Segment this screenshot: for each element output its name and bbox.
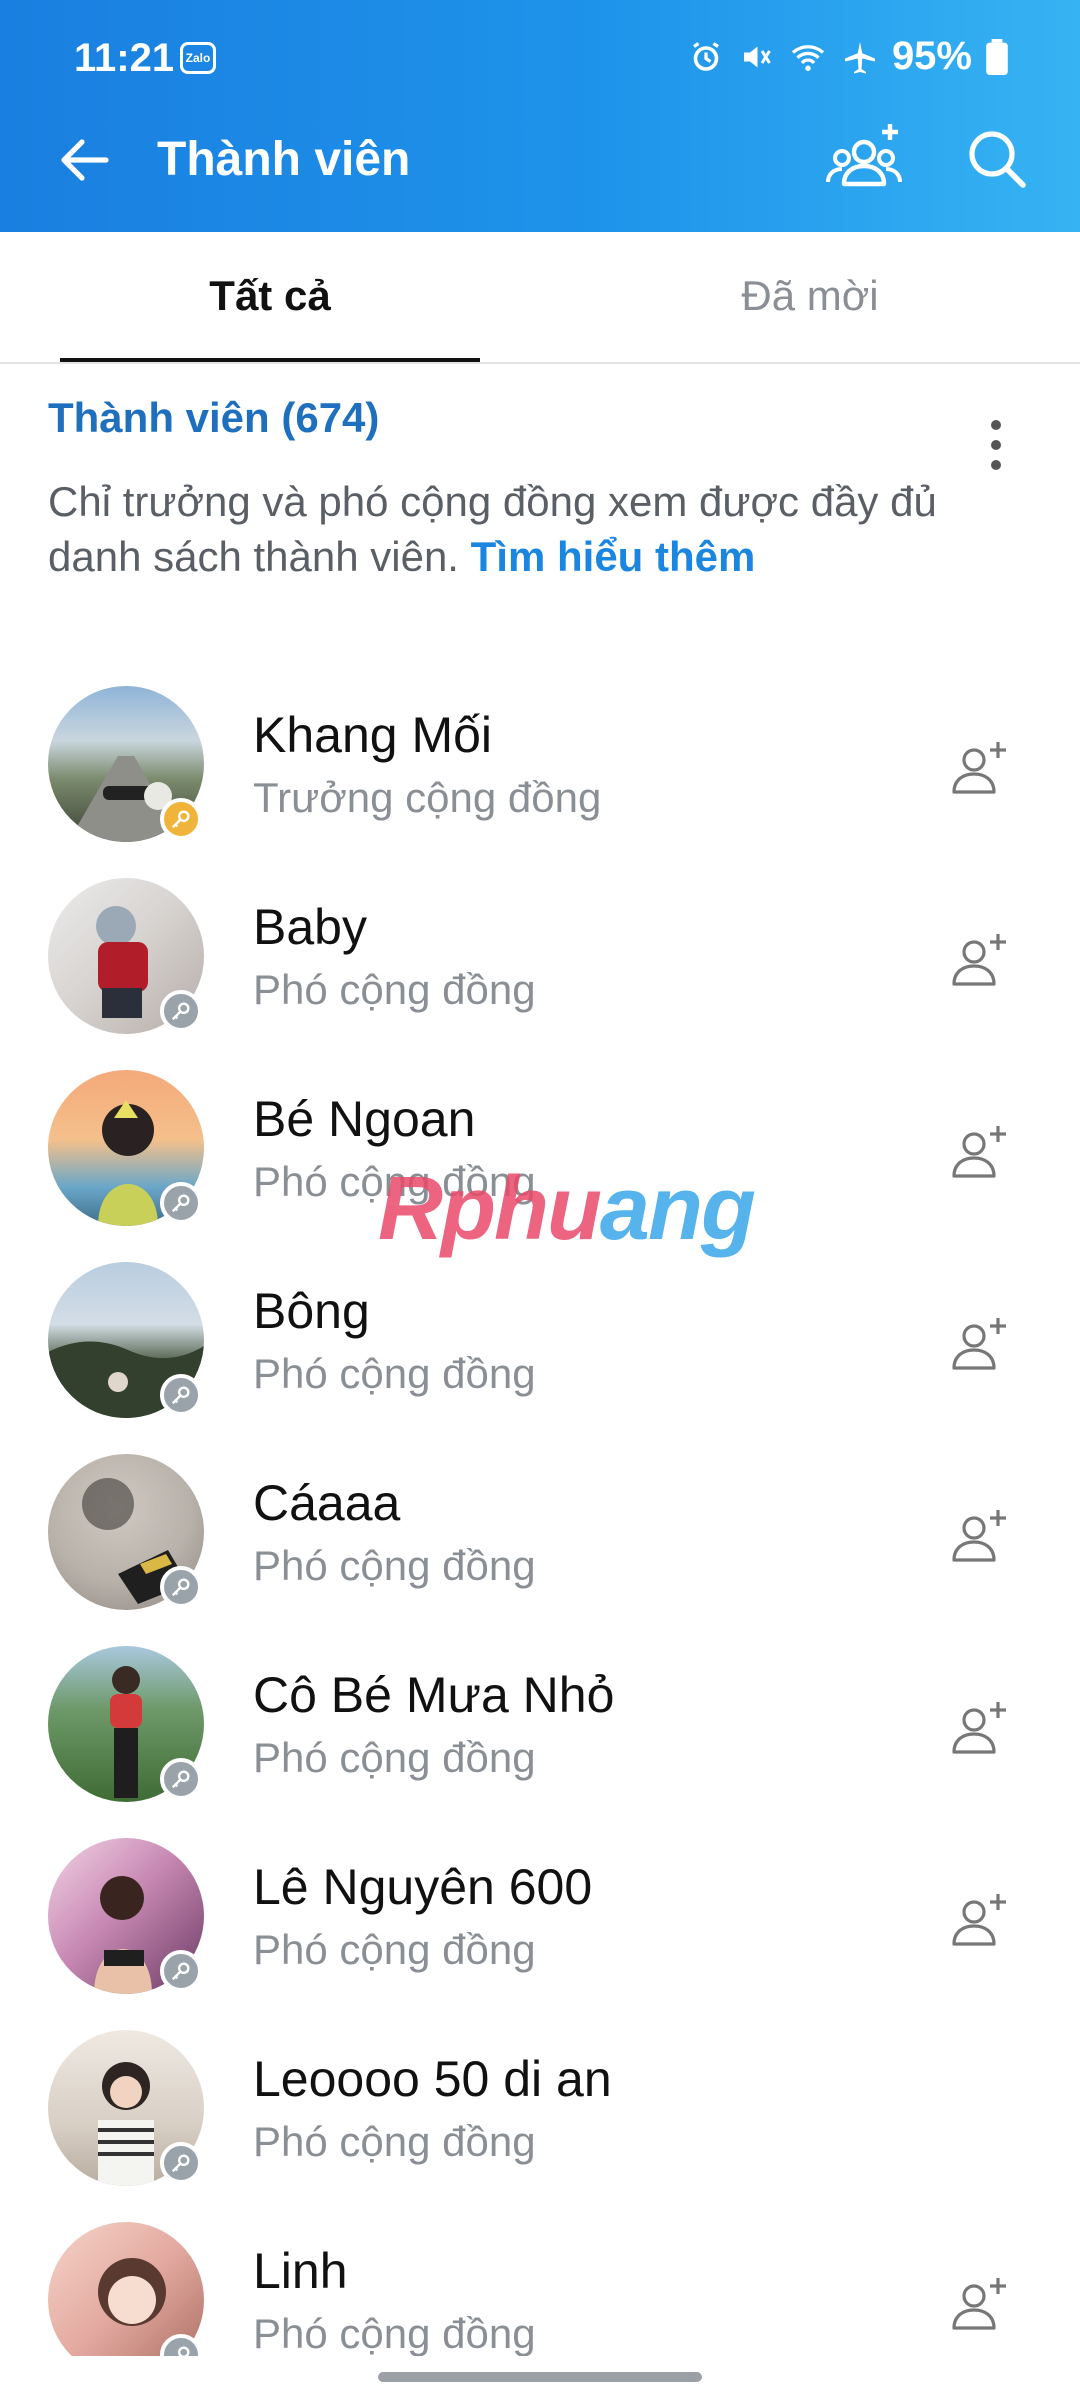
member-row[interactable]: Leoooo 50 di an Phó cộng đồng: [0, 2030, 1080, 2222]
add-friend-button[interactable]: [950, 1698, 1010, 1758]
member-row[interactable]: Bông Phó cộng đồng: [0, 1262, 1080, 1454]
add-friend-icon: [952, 2278, 1006, 2330]
status-icons: 95%: [688, 34, 1008, 79]
status-bar: 11:21 Zalo 95%: [0, 0, 1080, 88]
toolbar: Thành viên: [0, 88, 1080, 232]
key-icon: [160, 1566, 202, 1608]
home-indicator[interactable]: [378, 2372, 702, 2382]
add-friend-icon: [952, 1126, 1006, 1178]
watermark-text-main: Rphu: [378, 1159, 602, 1259]
member-name: Cô Bé Mưa Nhỏ: [253, 1667, 615, 1723]
key-icon: [160, 1950, 202, 1992]
add-friend-button[interactable]: [950, 738, 1010, 798]
tab-bar: Tất cả Đã mời: [0, 232, 1080, 364]
page-title: Thành viên: [157, 133, 411, 186]
key-icon: [160, 990, 202, 1032]
more-vertical-icon: [991, 420, 1001, 430]
add-friend-button[interactable]: [950, 1506, 1010, 1566]
member-name: Baby: [253, 899, 367, 955]
app-bar: 11:21 Zalo 95% Thành viên: [0, 0, 1080, 232]
add-friend-button[interactable]: [950, 1314, 1010, 1374]
add-members-button[interactable]: [824, 118, 904, 198]
member-row[interactable]: Cáaaa Phó cộng đồng: [0, 1454, 1080, 1646]
member-role: Phó cộng đồng: [253, 1926, 536, 1973]
add-friend-icon: [952, 742, 1006, 794]
watermark-logo: Rphuang: [378, 1158, 756, 1261]
key-icon: [160, 2142, 202, 2184]
add-friend-button[interactable]: [950, 1890, 1010, 1950]
battery-percentage: 95%: [891, 34, 972, 78]
member-role: Phó cộng đồng: [253, 1734, 536, 1781]
status-time: 11:21: [74, 36, 175, 80]
member-name: Lê Nguyên 600: [253, 1859, 593, 1915]
add-friend-icon: [952, 1702, 1006, 1754]
tab-invited[interactable]: Đã mời: [600, 272, 1020, 320]
member-name: Khang Mối: [253, 707, 493, 763]
wifi-icon: [791, 44, 825, 71]
key-icon: [160, 798, 202, 840]
member-name: Bông: [253, 1283, 370, 1339]
member-row[interactable]: Lê Nguyên 600 Phó cộng đồng: [0, 1838, 1080, 2030]
learn-more-link[interactable]: Tìm hiểu thêm: [471, 533, 756, 580]
member-row[interactable]: Cô Bé Mưa Nhỏ Phó cộng đồng: [0, 1646, 1080, 1838]
add-friend-icon: [952, 1318, 1006, 1370]
member-role: Trưởng cộng đồng: [253, 774, 602, 821]
member-role: Phó cộng đồng: [253, 1542, 536, 1589]
key-icon: [160, 1758, 202, 1800]
alarm-icon: [693, 41, 719, 71]
key-icon: [160, 1374, 202, 1416]
watermark-text-tail: ang: [599, 1159, 756, 1259]
add-friend-button[interactable]: [950, 930, 1010, 990]
more-options-button[interactable]: [980, 418, 1012, 478]
tab-all[interactable]: Tất cả: [60, 272, 480, 320]
member-role: Phó cộng đồng: [253, 2310, 536, 2356]
add-friend-icon: [952, 934, 1006, 986]
member-row[interactable]: Baby Phó cộng đồng: [0, 878, 1080, 1070]
airplane-mode-icon: [844, 41, 875, 73]
member-role: Phó cộng đồng: [253, 1350, 536, 1397]
add-friend-icon: [952, 1510, 1006, 1562]
members-info-text: Chỉ trưởng và phó cộng đồng xem được đầy…: [48, 474, 948, 584]
zalo-notification-icon: Zalo: [180, 42, 216, 74]
members-count-title: Thành viên (674): [48, 394, 380, 441]
active-tab-indicator: [60, 358, 480, 362]
member-row[interactable]: Khang Mối Trưởng cộng đồng: [0, 686, 1080, 878]
key-icon: [160, 1182, 202, 1224]
more-vertical-icon-dot: [991, 440, 1001, 450]
add-group-icon: [826, 124, 902, 187]
arrow-left-icon: [61, 139, 109, 181]
add-friend-button[interactable]: [950, 2274, 1010, 2334]
add-friend-button[interactable]: [950, 1122, 1010, 1182]
member-role: Phó cộng đồng: [253, 966, 536, 1013]
member-role: Phó cộng đồng: [253, 2118, 536, 2165]
add-friend-icon: [952, 1894, 1006, 1946]
mute-icon: [743, 46, 771, 67]
member-name: Bé Ngoan: [253, 1091, 476, 1147]
member-name: Linh: [253, 2243, 348, 2299]
search-button[interactable]: [962, 124, 1034, 196]
member-name: Cáaaa: [253, 1475, 401, 1531]
search-icon: [969, 131, 1026, 188]
member-row[interactable]: Linh Phó cộng đồng: [0, 2222, 1080, 2356]
battery-icon: [986, 38, 1008, 75]
member-name: Leoooo 50 di an: [253, 2051, 612, 2107]
back-button[interactable]: [52, 128, 116, 192]
more-vertical-icon-dot: [991, 460, 1001, 470]
